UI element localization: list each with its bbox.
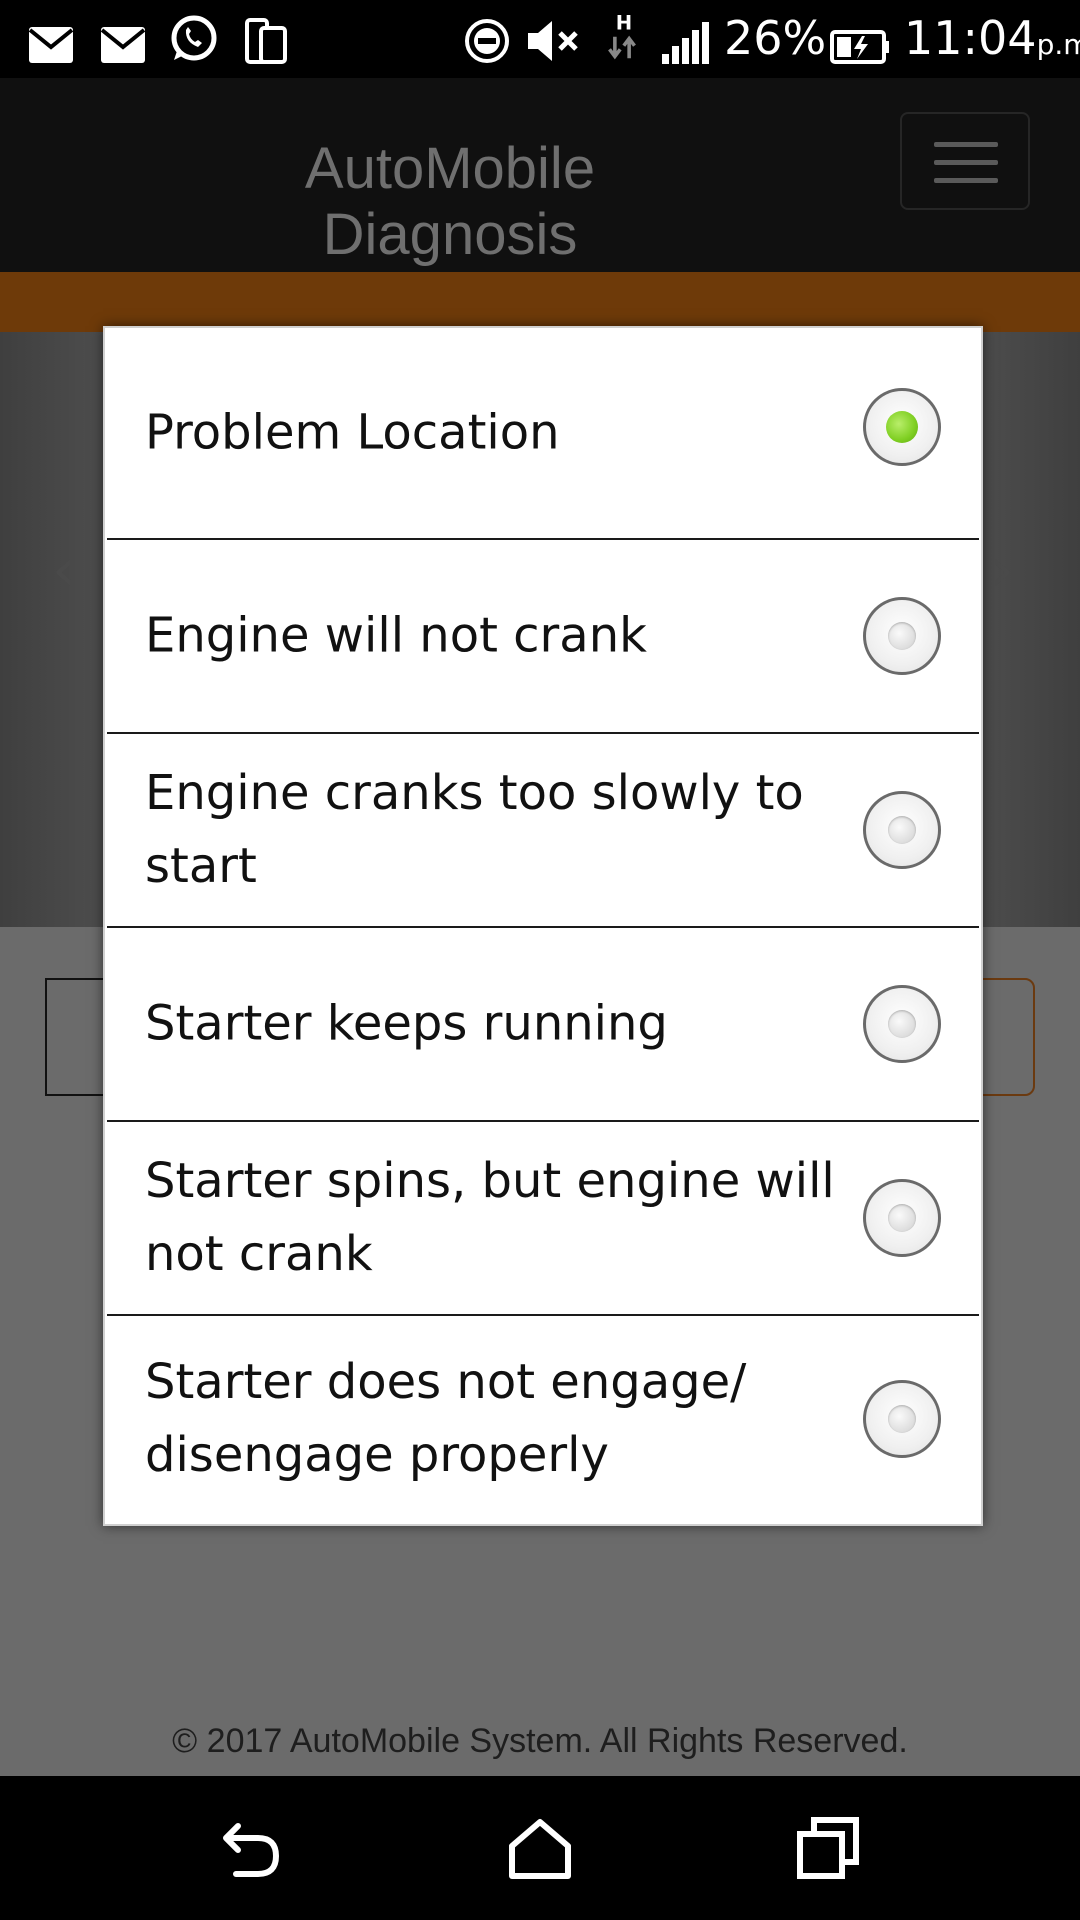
screen: H 26% 11:04p.m. AutoMobile Diagnosis xyxy=(0,0,1080,1920)
radio-button[interactable] xyxy=(863,1179,941,1257)
clock-ampm: p.m. xyxy=(1036,28,1080,61)
hspa-data-icon: H xyxy=(608,12,636,60)
battery-charging-icon xyxy=(830,30,889,64)
option-label: Starter does not engage/ disengage prope… xyxy=(145,1354,747,1483)
option-label: Engine cranks too slowly to start xyxy=(145,765,804,894)
radio-button[interactable] xyxy=(863,597,941,675)
signal-icon xyxy=(662,22,709,64)
svg-text:H: H xyxy=(616,12,632,35)
option-starter-keeps-running[interactable]: Starter keeps running xyxy=(107,928,979,1122)
clock-time: 11:04 xyxy=(904,11,1037,65)
option-engine-cranks-too-slowly[interactable]: Engine cranks too slowly to start xyxy=(107,734,979,928)
mail-icon xyxy=(100,27,146,63)
radio-button[interactable] xyxy=(863,1380,941,1458)
radio-dot xyxy=(888,1010,916,1038)
chevron-right-icon[interactable]: › xyxy=(990,540,1014,600)
chevron-left-icon[interactable]: ‹ xyxy=(52,540,76,600)
app-header: AutoMobile Diagnosis xyxy=(0,78,1080,274)
radio-dot xyxy=(888,816,916,844)
hamburger-bar xyxy=(934,160,998,165)
brand-title[interactable]: AutoMobile Diagnosis xyxy=(240,136,660,268)
option-starter-does-not-engage[interactable]: Starter does not engage/ disengage prope… xyxy=(107,1316,979,1522)
hamburger-menu-icon xyxy=(934,142,998,147)
selection-dialog: Problem Location Engine will not crank E… xyxy=(103,326,983,1526)
whatsapp-icon xyxy=(171,15,217,61)
radio-button[interactable] xyxy=(863,791,941,869)
option-label: Engine will not crank xyxy=(145,607,647,664)
radio-button[interactable] xyxy=(863,985,941,1063)
radio-dot xyxy=(888,1405,916,1433)
gmail-icon xyxy=(28,27,74,63)
option-problem-location[interactable]: Problem Location xyxy=(107,328,979,540)
option-label: Problem Location xyxy=(145,404,560,461)
option-label: Starter keeps running xyxy=(145,995,668,1052)
option-engine-will-not-crank[interactable]: Engine will not crank xyxy=(107,540,979,734)
radio-button-selected[interactable] xyxy=(863,388,941,466)
recents-icon[interactable] xyxy=(792,1812,864,1884)
footer-copyright: © 2017 AutoMobile System. All Rights Res… xyxy=(172,1722,908,1760)
battery-percent: 26% xyxy=(724,11,827,65)
status-bar: H 26% 11:04p.m. xyxy=(0,0,1080,78)
hamburger-menu-button[interactable] xyxy=(900,112,1030,210)
home-icon[interactable] xyxy=(504,1812,576,1884)
hamburger-bar xyxy=(934,178,998,183)
clock: 11:04p.m. xyxy=(904,10,1080,73)
do-not-disturb-icon xyxy=(465,19,509,63)
back-icon[interactable] xyxy=(216,1812,288,1884)
navigation-bar xyxy=(0,1776,1080,1920)
radio-dot xyxy=(888,1204,916,1232)
phone-tablet-icon xyxy=(245,18,287,64)
radio-dot xyxy=(886,411,918,443)
option-label: Starter spins, but engine will not crank xyxy=(145,1153,835,1282)
radio-dot xyxy=(888,622,916,650)
mute-icon xyxy=(528,21,578,61)
accent-strip xyxy=(0,272,1080,332)
option-starter-spins[interactable]: Starter spins, but engine will not crank xyxy=(107,1122,979,1316)
